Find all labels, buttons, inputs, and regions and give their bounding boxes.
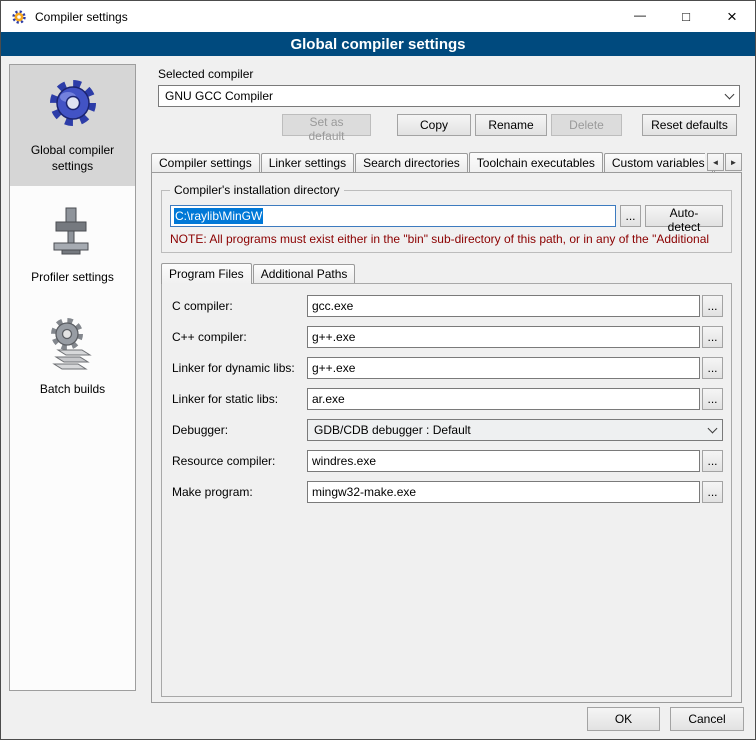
tab-toolchain-executables[interactable]: Toolchain executables (469, 152, 603, 172)
debugger-select-value: GDB/CDB debugger : Default (314, 423, 471, 437)
dialog-header: Global compiler settings (1, 32, 755, 56)
tab-label: Linker settings (269, 156, 346, 170)
chevron-down-icon (725, 90, 735, 100)
bin-subdirectory-note: NOTE: All programs must exist either in … (170, 232, 723, 246)
linker-dynamic-label: Linker for dynamic libs: (172, 361, 307, 375)
right-arrow-icon: ► (730, 158, 738, 167)
tab-label: Search directories (363, 156, 460, 170)
title-bar: Compiler settings — □ × (1, 1, 755, 32)
sidebar-item-profiler-settings[interactable]: Profiler settings (10, 192, 135, 298)
cancel-button[interactable]: Cancel (670, 707, 744, 731)
settings-tab-strip: Compiler settings Linker settings Search… (151, 151, 742, 172)
rename-button[interactable]: Rename (475, 114, 547, 136)
reset-defaults-button[interactable]: Reset defaults (642, 114, 737, 136)
installation-directory-row: C:\raylib\MinGW ... Auto-detect (170, 205, 723, 227)
sidebar-item-label: Profiler settings (31, 270, 114, 286)
program-files-panel: C compiler: ... C++ compiler: ... Linker… (161, 283, 732, 697)
profiler-tool-icon (44, 202, 102, 260)
tab-scroll-right-button[interactable]: ► (725, 153, 742, 171)
sidebar-item-batch-builds[interactable]: Batch builds (10, 304, 135, 410)
auto-detect-button[interactable]: Auto-detect (645, 205, 723, 227)
main-panel: Selected compiler GNU GCC Compiler Set a… (151, 59, 742, 703)
app-icon (11, 9, 27, 25)
make-program-label: Make program: (172, 485, 307, 499)
sidebar: Global compiler settings Profiler settin… (9, 64, 136, 691)
subtab-label: Additional Paths (261, 267, 348, 281)
tab-label: Toolchain executables (477, 156, 595, 170)
debugger-row: Debugger: GDB/CDB debugger : Default (172, 419, 723, 441)
left-arrow-icon: ◄ (712, 158, 720, 167)
chevron-down-icon (708, 424, 718, 434)
compiler-buttons-row: Set as default Copy Rename Delete Reset … (158, 114, 737, 136)
window-title: Compiler settings (35, 10, 128, 24)
installation-directory-group-title: Compiler's installation directory (170, 183, 344, 197)
toolchain-executables-panel: Compiler's installation directory C:\ray… (151, 172, 742, 703)
linker-dynamic-browse-button[interactable]: ... (702, 357, 723, 379)
c-compiler-label: C compiler: (172, 299, 307, 313)
dialog-title: Global compiler settings (290, 36, 465, 53)
maximize-icon: □ (682, 9, 690, 24)
installation-directory-browse-button[interactable]: ... (620, 205, 641, 227)
selected-compiler-label: Selected compiler (158, 67, 742, 81)
make-program-row: Make program: ... (172, 481, 723, 503)
minimize-button[interactable]: — (617, 1, 663, 32)
compiler-select[interactable]: GNU GCC Compiler (158, 85, 740, 107)
ok-button[interactable]: OK (587, 707, 660, 731)
make-program-input[interactable] (307, 481, 700, 503)
minimize-icon: — (634, 8, 646, 22)
program-files-tab-strip: Program Files Additional Paths (161, 263, 732, 283)
linker-dynamic-input[interactable] (307, 357, 700, 379)
resource-compiler-browse-button[interactable]: ... (702, 450, 723, 472)
resource-compiler-row: Resource compiler: ... (172, 450, 723, 472)
installation-directory-group: Compiler's installation directory C:\ray… (161, 190, 732, 253)
dialog-footer: OK Cancel (587, 707, 744, 731)
sidebar-item-label: Global compiler settings (14, 143, 131, 174)
debugger-select[interactable]: GDB/CDB debugger : Default (307, 419, 723, 441)
resource-compiler-label: Resource compiler: (172, 454, 307, 468)
set-as-default-button[interactable]: Set as default (282, 114, 371, 136)
linker-static-browse-button[interactable]: ... (702, 388, 723, 410)
tab-scroll-left-button[interactable]: ◄ (707, 153, 724, 171)
tab-label: Custom variables (612, 156, 705, 170)
subtab-program-files[interactable]: Program Files (161, 263, 252, 284)
tab-compiler-settings[interactable]: Compiler settings (151, 153, 260, 172)
c-compiler-browse-button[interactable]: ... (702, 295, 723, 317)
close-button[interactable]: × (709, 1, 755, 32)
cpp-compiler-row: C++ compiler: ... (172, 326, 723, 348)
sidebar-item-global-compiler-settings[interactable]: Global compiler settings (10, 65, 135, 186)
window-controls: — □ × (617, 1, 755, 32)
subtab-label: Program Files (169, 267, 244, 281)
close-icon: × (727, 7, 737, 27)
blue-gear-icon (44, 75, 102, 133)
tab-scroll-controls: ◄ ► (705, 153, 742, 171)
cpp-compiler-input[interactable] (307, 326, 700, 348)
sidebar-item-label: Batch builds (40, 382, 105, 398)
make-program-browse-button[interactable]: ... (702, 481, 723, 503)
installation-directory-selected-text: C:\raylib\MinGW (174, 208, 263, 224)
delete-button[interactable]: Delete (551, 114, 622, 136)
subtab-additional-paths[interactable]: Additional Paths (253, 264, 356, 283)
compiler-select-value: GNU GCC Compiler (165, 89, 273, 103)
cpp-compiler-browse-button[interactable]: ... (702, 326, 723, 348)
maximize-button[interactable]: □ (663, 1, 709, 32)
linker-dynamic-row: Linker for dynamic libs: ... (172, 357, 723, 379)
resource-compiler-input[interactable] (307, 450, 700, 472)
installation-directory-input[interactable]: C:\raylib\MinGW (170, 205, 616, 227)
gray-gear-stack-icon (44, 314, 102, 372)
c-compiler-input[interactable] (307, 295, 700, 317)
tab-custom-variables[interactable]: Custom variables (604, 153, 713, 172)
tab-search-directories[interactable]: Search directories (355, 153, 468, 172)
linker-static-label: Linker for static libs: (172, 392, 307, 406)
debugger-label: Debugger: (172, 423, 307, 437)
compiler-settings-window: Compiler settings — □ × Global compiler … (0, 0, 756, 740)
tab-linker-settings[interactable]: Linker settings (261, 153, 354, 172)
linker-static-row: Linker for static libs: ... (172, 388, 723, 410)
c-compiler-row: C compiler: ... (172, 295, 723, 317)
tab-label: Compiler settings (159, 156, 252, 170)
linker-static-input[interactable] (307, 388, 700, 410)
cpp-compiler-label: C++ compiler: (172, 330, 307, 344)
copy-button[interactable]: Copy (397, 114, 471, 136)
